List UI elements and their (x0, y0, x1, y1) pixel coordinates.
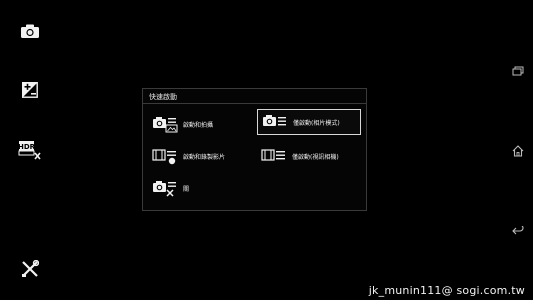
exposure-button[interactable] (14, 76, 46, 104)
camera-icon (21, 24, 39, 38)
option-launch-only-video[interactable]: 僅啟動(視訊相機) (257, 143, 361, 169)
navigation-bar (503, 0, 533, 300)
option-launch-and-record[interactable]: 啟動和錄製影片 (148, 143, 248, 169)
camera-off-icon (153, 181, 176, 197)
option-label: 僅啟動(視訊相機) (292, 153, 339, 161)
tools-icon (22, 260, 39, 277)
home-icon (512, 145, 524, 157)
option-launch-and-capture[interactable]: 啟動和拍攝 (148, 111, 248, 137)
option-launch-only-photo[interactable]: 僅啟動(相片模式) (257, 109, 361, 135)
dialog-title: 快速啟動 (149, 93, 177, 101)
back-icon (512, 226, 524, 235)
option-label: 僅啟動(相片模式) (293, 119, 340, 127)
home-button[interactable] (509, 142, 527, 160)
option-off[interactable]: 關 (148, 175, 248, 201)
hdr-button[interactable]: HDR (14, 136, 46, 164)
exposure-icon (22, 82, 38, 98)
quick-launch-dialog: 快速啟動 啟動和拍攝 僅啟動(相片模式) 啟動和錄製影片 僅啟動(視訊相機) 關 (142, 88, 367, 211)
svg-text:HDR: HDR (18, 143, 36, 151)
camera-capture-icon (153, 117, 178, 133)
video-launch-icon (261, 149, 285, 161)
back-button[interactable] (509, 222, 527, 240)
settings-button[interactable] (14, 255, 46, 283)
camera-mode-button[interactable] (14, 17, 46, 45)
option-label: 啟動和錄製影片 (183, 153, 226, 161)
left-toolbar: HDR (0, 0, 60, 300)
camera-launch-icon (263, 115, 286, 126)
option-label: 關 (183, 185, 190, 193)
option-label: 啟動和拍攝 (183, 121, 214, 129)
dialog-divider (143, 103, 366, 104)
recent-apps-icon (512, 66, 524, 76)
recent-apps-button[interactable] (509, 62, 527, 80)
watermark: jk_munin111@ sogi.com.tw (368, 284, 525, 297)
hdr-off-icon: HDR (18, 141, 41, 160)
video-record-icon (152, 149, 176, 165)
